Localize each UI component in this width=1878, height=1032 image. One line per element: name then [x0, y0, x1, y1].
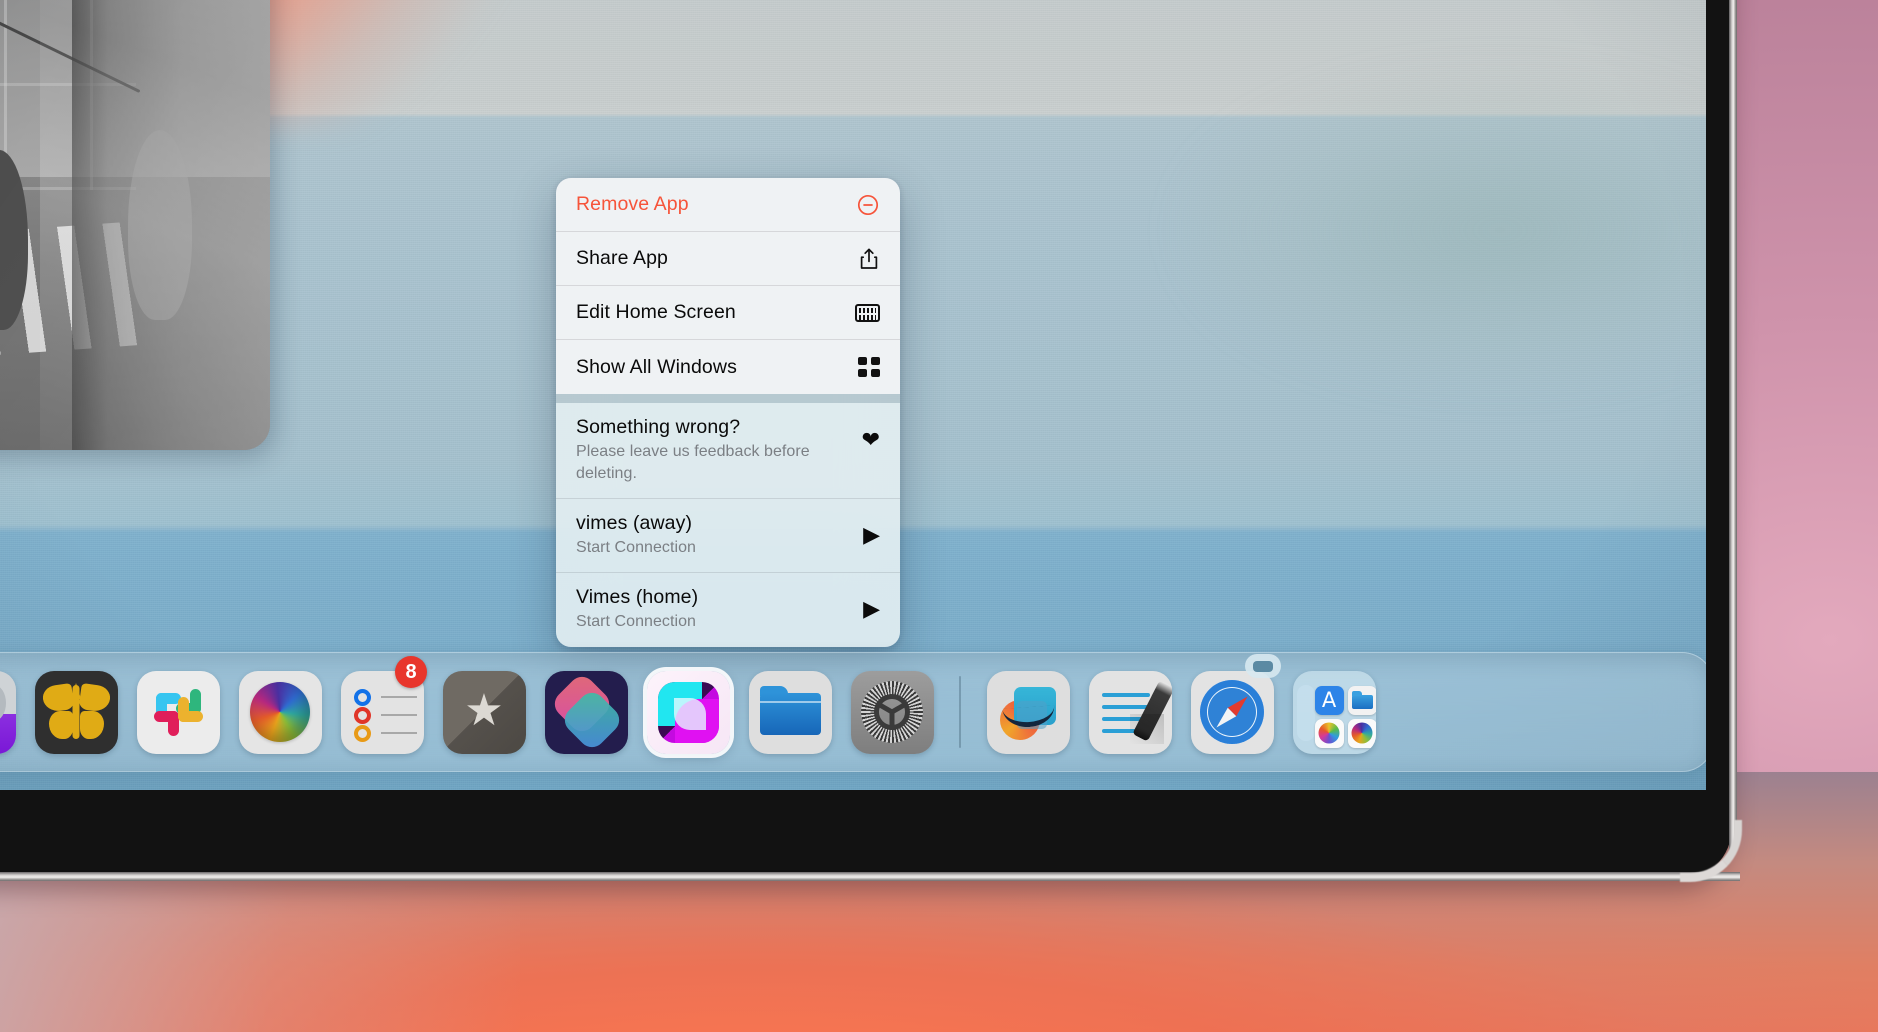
- menu-item-vimes-away[interactable]: vimes (away) Start Connection ▶: [556, 499, 900, 573]
- files-icon[interactable]: [748, 670, 832, 754]
- color-mini-icon: [1347, 718, 1376, 748]
- dock-item-slack[interactable]: [127, 652, 229, 772]
- keyboard-icon: [848, 303, 880, 322]
- photos-mini-icon: [1314, 718, 1344, 748]
- app-context-menu[interactable]: Remove App Share App Edit Home Screen Sh…: [556, 178, 900, 647]
- tablet-rim-right: [1729, 0, 1737, 850]
- context-menu-group-app-actions: Remove App Share App Edit Home Screen Sh…: [556, 178, 900, 394]
- screens-icon[interactable]: [646, 670, 730, 754]
- menu-item-label: Share App: [576, 247, 668, 270]
- app-folder-icon[interactable]: [1292, 670, 1376, 754]
- elephant-icon[interactable]: [0, 670, 16, 754]
- dock-item-folder-stack[interactable]: [1283, 652, 1385, 772]
- menu-item-sublabel: Start Connection: [576, 612, 696, 630]
- settings-gear-icon[interactable]: [850, 670, 934, 754]
- window-indicator-badge: [1245, 654, 1281, 678]
- freeform-icon[interactable]: [986, 670, 1070, 754]
- dock-separator: [959, 676, 961, 748]
- menu-item-remove-app[interactable]: Remove App: [556, 178, 900, 232]
- dock-item-screens[interactable]: [637, 652, 739, 772]
- scene-root: Remove App Share App Edit Home Screen Sh…: [0, 0, 1878, 1032]
- menu-item-sublabel: Please leave us feedback before deleting…: [576, 443, 810, 482]
- context-menu-group-app-shortcuts: Something wrong? Please leave us feedbac…: [556, 403, 900, 647]
- menu-item-label: Vimes (home): [576, 585, 699, 608]
- photo-window[interactable]: [0, 0, 270, 450]
- notification-badge: 8: [395, 656, 427, 688]
- star-icon[interactable]: ★: [442, 670, 526, 754]
- dock-item-files[interactable]: [739, 652, 841, 772]
- photo-glass-sheen: [0, 0, 270, 450]
- dock-item-star[interactable]: ★: [433, 652, 535, 772]
- grid-icon: [848, 357, 880, 377]
- menu-item-label: vimes (away): [576, 511, 693, 534]
- butterfly-icon[interactable]: [34, 670, 118, 754]
- menu-item-label: Remove App: [576, 193, 689, 216]
- play-icon: ▶: [863, 596, 880, 622]
- app-store-mini-icon: [1314, 685, 1344, 715]
- menu-item-sublabel: Start Connection: [576, 538, 696, 556]
- dock[interactable]: 8 ★: [0, 652, 1706, 772]
- menu-item-show-all-windows[interactable]: Show All Windows: [556, 340, 900, 394]
- shortcuts-icon[interactable]: [544, 670, 628, 754]
- play-icon: ▶: [863, 521, 880, 547]
- dock-item-butterfly[interactable]: [25, 652, 127, 772]
- menu-item-vimes-home[interactable]: Vimes (home) Start Connection ▶: [556, 573, 900, 647]
- dock-item-colorwheel[interactable]: [229, 652, 331, 772]
- dock-item-freeform[interactable]: [977, 652, 1079, 772]
- dock-item-reminders[interactable]: 8: [331, 652, 433, 772]
- color-wheel-icon[interactable]: [238, 670, 322, 754]
- share-icon: [848, 247, 880, 271]
- slack-icon[interactable]: [136, 670, 220, 754]
- files-mini-icon: [1347, 685, 1376, 715]
- dock-item-notes[interactable]: [1079, 652, 1181, 772]
- dock-item-shortcuts[interactable]: [535, 652, 637, 772]
- menu-item-label: Something wrong?: [576, 416, 741, 438]
- heart-icon: ❤: [861, 427, 880, 452]
- menu-item-share-app[interactable]: Share App: [556, 232, 900, 286]
- tablet-rim-bottom: [0, 872, 1740, 881]
- menu-item-label: Show All Windows: [576, 355, 737, 378]
- minus-circle-icon: [848, 193, 880, 217]
- notes-icon[interactable]: [1088, 670, 1172, 754]
- dock-item-safari[interactable]: [1181, 652, 1283, 772]
- dock-item-elephant[interactable]: [0, 652, 25, 772]
- context-menu-divider: [556, 394, 900, 403]
- menu-item-edit-home-screen[interactable]: Edit Home Screen: [556, 286, 900, 340]
- menu-item-feedback[interactable]: Something wrong? Please leave us feedbac…: [556, 403, 900, 499]
- menu-item-label: Edit Home Screen: [576, 301, 736, 324]
- tablet-screen: Remove App Share App Edit Home Screen Sh…: [0, 0, 1706, 790]
- dock-item-settings[interactable]: [841, 652, 943, 772]
- safari-compass-icon[interactable]: [1190, 670, 1274, 754]
